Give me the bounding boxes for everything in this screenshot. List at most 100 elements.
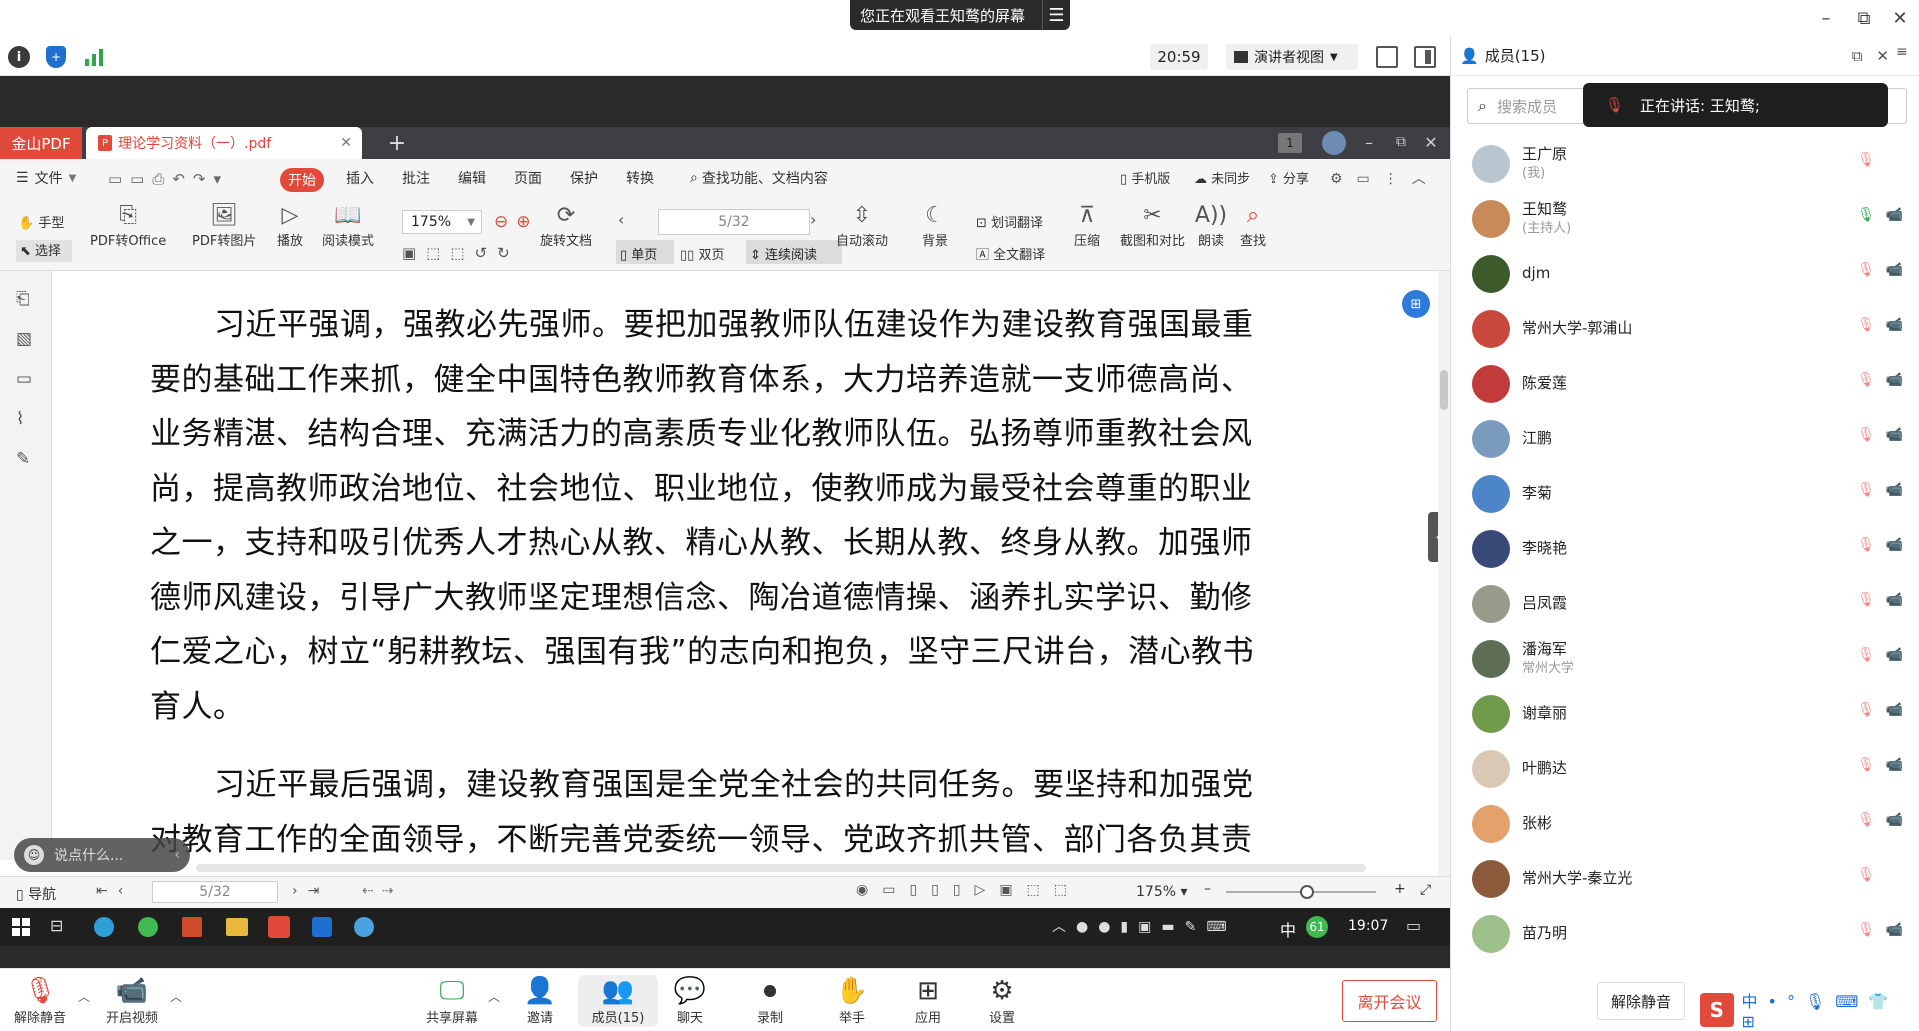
presenter-view-dropdown[interactable]: 演讲者视图 ▼ bbox=[1226, 44, 1358, 70]
user-avatar-icon[interactable] bbox=[1322, 131, 1346, 155]
mic-muted-icon[interactable]: 🎙 bbox=[1857, 867, 1875, 883]
mic-muted-icon[interactable]: 🎙 bbox=[1857, 537, 1875, 553]
rotate-doc-button[interactable]: ⟳ 旋转文档 bbox=[540, 200, 592, 250]
select-tool[interactable]: ⬉ 选择 bbox=[16, 240, 72, 262]
menu-annotate[interactable]: 批注 bbox=[402, 168, 430, 188]
member-row[interactable]: 陈爱莲 🎙 📹 bbox=[1450, 356, 1919, 411]
minimize-button[interactable]: – bbox=[1808, 4, 1844, 32]
member-row[interactable]: 吕凤霞 🎙 📹 bbox=[1450, 576, 1919, 631]
members-button[interactable]: 👥 成员(15) bbox=[578, 975, 658, 1027]
thumbnail-icon[interactable]: ▧ bbox=[16, 329, 51, 349]
member-row[interactable]: djm 🎙 📹 bbox=[1450, 246, 1919, 301]
zoom-buttons[interactable]: ⊖⊕ bbox=[494, 212, 539, 232]
word-translate-button[interactable]: ⊡ 划词翻译 bbox=[976, 212, 1043, 231]
chevron-up-icon[interactable]: ︿ bbox=[78, 988, 90, 1005]
attachment-icon[interactable]: ⌇ bbox=[16, 409, 51, 429]
compress-button[interactable]: ⊼ 压缩 bbox=[1072, 200, 1102, 250]
sync-button[interactable]: ☁ 未同步 bbox=[1194, 168, 1250, 187]
video-off-icon[interactable]: 📹 bbox=[1886, 427, 1903, 443]
mic-muted-icon[interactable]: 🎙 bbox=[1857, 482, 1875, 498]
member-row[interactable]: 李晓艳 🎙 📹 bbox=[1450, 521, 1919, 576]
mic-muted-icon[interactable]: 🎙 bbox=[1857, 427, 1875, 443]
signal-icon[interactable] bbox=[84, 48, 104, 66]
double-page-button[interactable]: ▯▯ 双页 bbox=[680, 244, 724, 263]
horizontal-scrollbar[interactable] bbox=[196, 864, 1366, 872]
sogou-icon[interactable]: S bbox=[1700, 992, 1734, 1027]
member-row[interactable]: 谢章丽 🎙 📹 bbox=[1450, 686, 1919, 741]
share-button[interactable]: ⇪ 分享 bbox=[1268, 168, 1309, 187]
video-off-icon[interactable]: 📹 bbox=[1886, 262, 1903, 278]
pdf-app-icon[interactable] bbox=[268, 916, 290, 938]
status-page-input[interactable]: 5/32 bbox=[152, 881, 278, 903]
member-row[interactable]: 常州大学-郭浦山 🎙 📹 bbox=[1450, 301, 1919, 356]
chat-button[interactable]: 💬 聊天 bbox=[650, 975, 730, 1026]
member-row[interactable]: 潘海军 常州大学 🎙 📹 bbox=[1450, 631, 1919, 686]
menu-convert[interactable]: 转换 bbox=[626, 168, 654, 188]
popout-icon[interactable]: ⧉ bbox=[1852, 47, 1863, 65]
member-row[interactable]: 常州大学-秦立光 🎙 bbox=[1450, 851, 1919, 906]
view-mode-icons[interactable]: ◉▭▯▯▯▷▣⬚⬚ bbox=[856, 882, 1081, 898]
member-row[interactable]: 江鹏 🎙 📹 bbox=[1450, 411, 1919, 466]
ime-indicator[interactable]: 中 bbox=[1280, 917, 1296, 941]
search-function[interactable]: ⌕ 查找功能、文档内容 bbox=[690, 168, 828, 188]
prev-page-icon[interactable]: ‹ bbox=[618, 210, 624, 229]
member-row[interactable]: 王广原 (我) 🎙 bbox=[1450, 136, 1919, 191]
pdf-minimize-icon[interactable]: – bbox=[1358, 130, 1380, 154]
full-translate-button[interactable]: 🄰 全文翻译 bbox=[976, 244, 1045, 263]
fit-icon[interactable]: ⤢ bbox=[1420, 882, 1431, 898]
ime-toolbar[interactable]: S 中•°🎙⌨👕⊞ bbox=[1700, 988, 1919, 1031]
tray-badge[interactable]: 61 bbox=[1306, 916, 1328, 938]
view-tool-icons[interactable]: ▣⬚⬚↺↻ bbox=[402, 244, 520, 262]
menu-edit[interactable]: 编辑 bbox=[458, 168, 486, 188]
menu-icon[interactable]: ☰ bbox=[1042, 0, 1070, 30]
notification-icon[interactable]: ▭ bbox=[1406, 916, 1421, 935]
invite-button[interactable]: 👤 邀请 bbox=[500, 975, 580, 1026]
raise-hand-button[interactable]: ✋ 举手 bbox=[812, 975, 892, 1026]
fullscreen-icon[interactable] bbox=[1376, 46, 1398, 68]
sidebar-toggle-icon[interactable] bbox=[1414, 46, 1436, 68]
menu-page[interactable]: 页面 bbox=[514, 168, 542, 188]
edge-icon[interactable] bbox=[94, 917, 114, 937]
app-tab[interactable]: 金山PDF bbox=[0, 127, 82, 159]
more-menu-icon[interactable]: ≡ bbox=[1896, 44, 1908, 60]
bookmark-icon[interactable]: ⎗ bbox=[16, 289, 51, 309]
new-tab-icon[interactable]: + bbox=[384, 127, 410, 159]
windows-start-icon[interactable] bbox=[12, 918, 30, 936]
comment-icon[interactable]: ▭ bbox=[16, 369, 51, 389]
chat-input-bubble[interactable]: ☺ 说点什么... ‹ bbox=[14, 838, 190, 872]
auto-scroll-button[interactable]: ⇳ 自动滚动 bbox=[836, 200, 888, 250]
read-aloud-button[interactable]: A)) 朗读 bbox=[1195, 200, 1227, 250]
ai-assistant-icon[interactable]: ⊞ bbox=[1402, 290, 1430, 318]
single-page-button[interactable]: ▯ 单页 bbox=[616, 240, 674, 264]
video-off-icon[interactable]: 📹 bbox=[1886, 207, 1903, 223]
menu-protect[interactable]: 保护 bbox=[570, 168, 598, 188]
scrollbar-thumb[interactable] bbox=[1440, 370, 1448, 410]
file-menu[interactable]: ☰ 文件 ▼ bbox=[16, 168, 76, 188]
mic-muted-icon[interactable]: 🎙 bbox=[1857, 372, 1875, 388]
hand-tool[interactable]: ✋ 手型 bbox=[18, 212, 64, 231]
vertical-scrollbar[interactable] bbox=[1438, 271, 1450, 876]
zoom-select[interactable]: 175% ▼ bbox=[402, 210, 482, 234]
mobile-button[interactable]: ▯ 手机版 bbox=[1120, 168, 1170, 187]
apps-button[interactable]: ⊞ 应用 bbox=[888, 975, 968, 1026]
info-icon[interactable]: i bbox=[8, 46, 30, 68]
video-off-icon[interactable]: 📹 bbox=[1886, 482, 1903, 498]
zoom-in-icon[interactable]: + bbox=[1394, 881, 1406, 897]
first-prev-page-icons[interactable]: ⇤‹ bbox=[96, 883, 133, 899]
video-off-icon[interactable]: 📹 bbox=[1886, 372, 1903, 388]
task-view-icon[interactable]: ⊟ bbox=[50, 916, 63, 935]
record-button[interactable]: ⏺ 录制 bbox=[730, 975, 810, 1027]
ribbon-extra-icons[interactable]: ⚙▭⋮︿ bbox=[1330, 168, 1440, 188]
meeting-app-icon[interactable] bbox=[354, 917, 374, 937]
member-row[interactable]: 叶鹏达 🎙 📹 bbox=[1450, 741, 1919, 796]
zoom-out-icon[interactable]: – bbox=[1204, 881, 1211, 897]
status-zoom[interactable]: 175% ▾ bbox=[1136, 884, 1188, 900]
menu-insert[interactable]: 插入 bbox=[346, 168, 374, 188]
signature-icon[interactable]: ✎ bbox=[16, 449, 51, 469]
app-icon[interactable] bbox=[138, 917, 158, 937]
mic-muted-icon[interactable]: 🎙 bbox=[1857, 592, 1875, 608]
video-off-icon[interactable]: 📹 bbox=[1886, 757, 1903, 773]
mic-muted-icon[interactable]: 🎙 bbox=[1857, 262, 1875, 278]
emoji-icon[interactable]: ☺ bbox=[24, 845, 44, 865]
member-row[interactable]: 王知鹜 (主持人) 🎙 📹 bbox=[1450, 191, 1919, 246]
